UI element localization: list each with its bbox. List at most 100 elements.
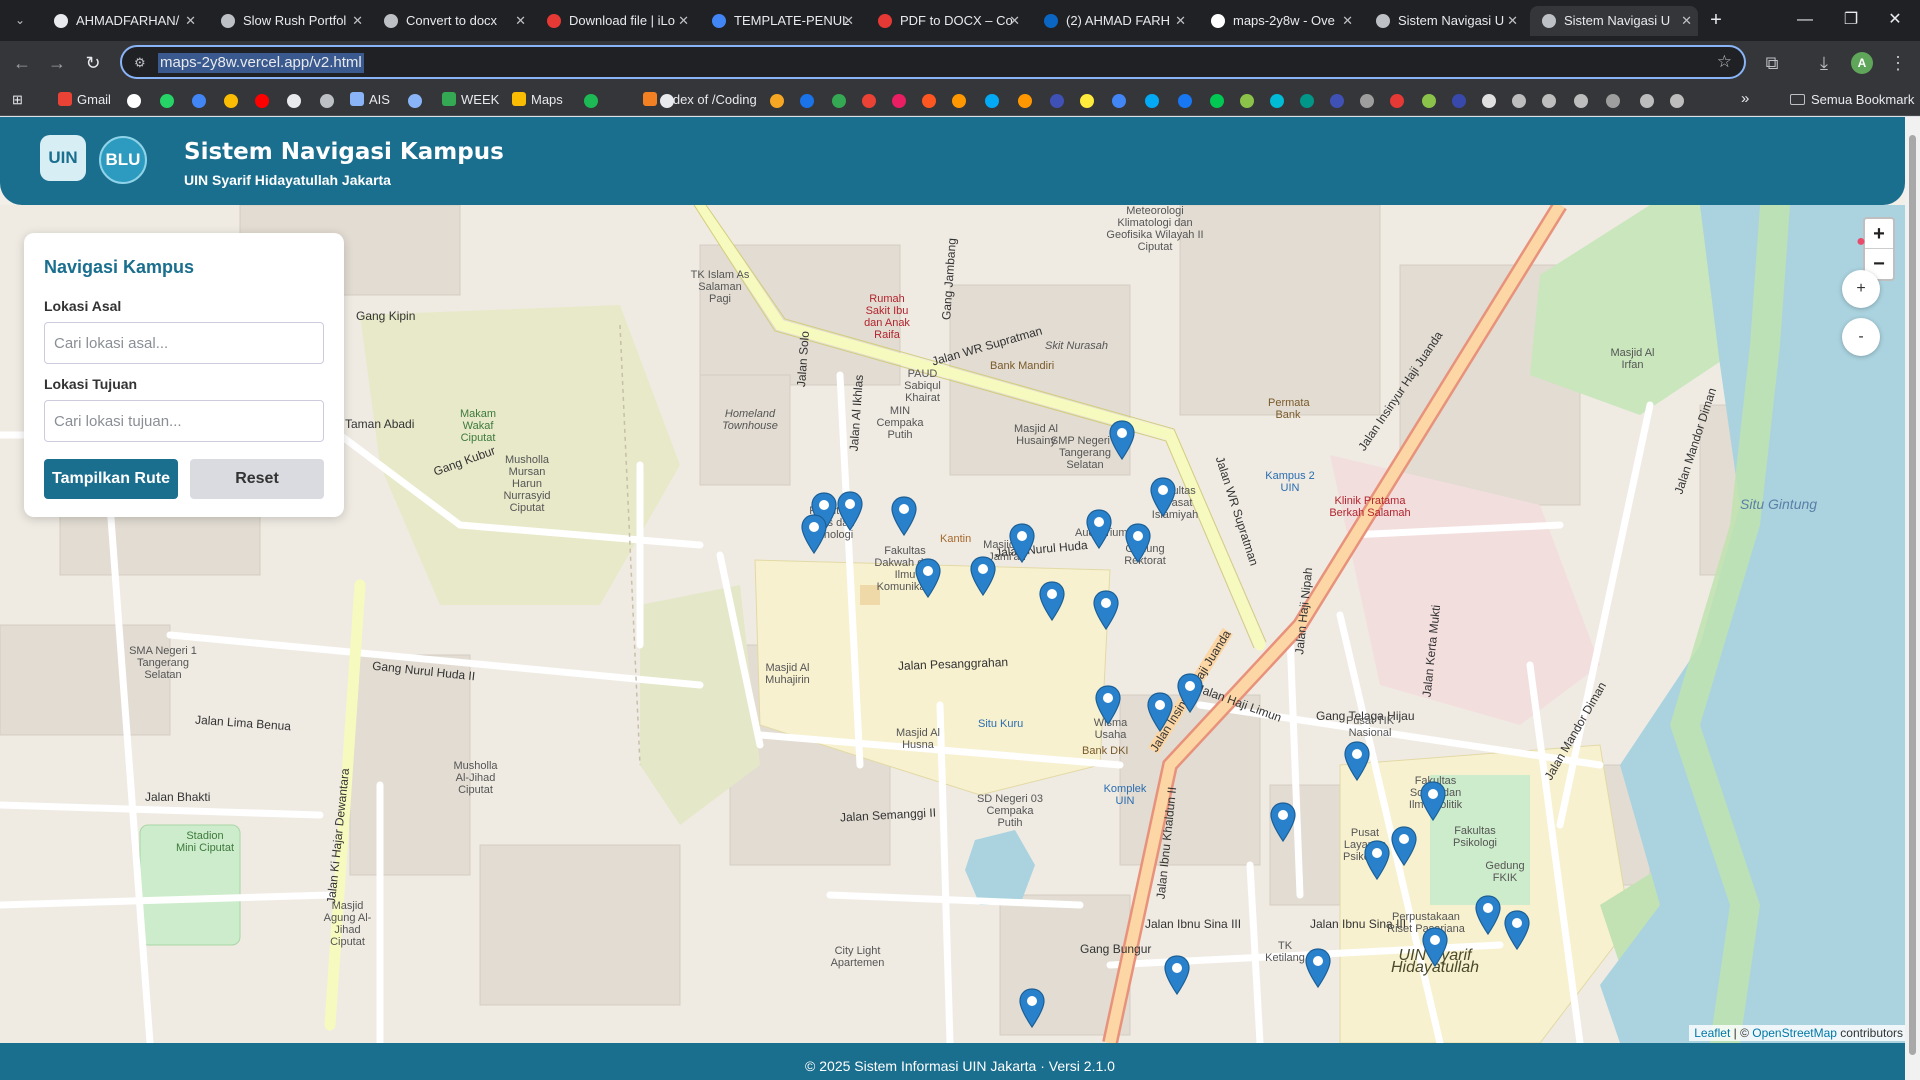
leaflet-link[interactable]: Leaflet bbox=[1694, 1026, 1730, 1040]
bookmark-favicon-icon[interactable] bbox=[1178, 94, 1192, 108]
bookmark-favicon-icon[interactable] bbox=[1270, 94, 1284, 108]
location-marker-icon[interactable] bbox=[1177, 673, 1203, 713]
bookmark-favicon-icon[interactable] bbox=[1670, 94, 1684, 108]
forward-button[interactable]: → bbox=[43, 49, 71, 77]
browser-tab[interactable]: Download file | iLo ✕ bbox=[535, 6, 695, 36]
location-marker-icon[interactable] bbox=[1125, 523, 1151, 563]
location-marker-icon[interactable] bbox=[1364, 840, 1390, 880]
bookmark-favicon-icon[interactable] bbox=[1240, 94, 1254, 108]
address-bar[interactable]: ⚙ maps-2y8w.vercel.app/v2.html ☆ bbox=[120, 45, 1746, 79]
location-marker-icon[interactable] bbox=[1420, 781, 1446, 821]
bookmark-favicon-icon[interactable] bbox=[770, 94, 784, 108]
show-route-button[interactable]: Tampilkan Rute bbox=[44, 459, 178, 499]
location-marker-icon[interactable] bbox=[1039, 581, 1065, 621]
location-marker-icon[interactable] bbox=[1019, 988, 1045, 1028]
bookmark-star-icon[interactable]: ☆ bbox=[1717, 52, 1732, 72]
bookmark-favicon-icon[interactable] bbox=[160, 94, 174, 108]
apps-icon[interactable]: ⊞ bbox=[12, 91, 23, 109]
bookmark-maps[interactable]: Maps bbox=[512, 91, 563, 109]
browser-tab[interactable]: Convert to docx ✕ bbox=[372, 6, 532, 36]
browser-tab[interactable]: PDF to DOCX – Co ✕ bbox=[866, 6, 1026, 36]
bookmark-favicon-icon[interactable] bbox=[1145, 94, 1159, 108]
minimize-button[interactable]: — bbox=[1790, 6, 1820, 34]
bookmark-favicon-icon[interactable] bbox=[584, 94, 598, 108]
campus-map[interactable]: Jalan WR Supratman Jalan WR Supratman Ja… bbox=[0, 205, 1920, 1043]
tab-close-icon[interactable]: ✕ bbox=[515, 6, 526, 36]
tab-close-icon[interactable]: ✕ bbox=[352, 6, 363, 36]
location-marker-icon[interactable] bbox=[1147, 692, 1173, 732]
bookmark-week[interactable]: WEEK bbox=[442, 91, 499, 109]
reload-button[interactable]: ↻ bbox=[79, 49, 107, 77]
location-marker-icon[interactable] bbox=[970, 556, 996, 596]
location-marker-icon[interactable] bbox=[1504, 910, 1530, 950]
browser-tab[interactable]: Sistem Navigasi U ✕ bbox=[1530, 6, 1698, 36]
origin-search-input[interactable] bbox=[44, 322, 324, 364]
bookmark-favicon-icon[interactable] bbox=[1606, 94, 1620, 108]
location-marker-icon[interactable] bbox=[1093, 590, 1119, 630]
bookmark-favicon-icon[interactable] bbox=[985, 94, 999, 108]
reset-button[interactable]: Reset bbox=[190, 459, 324, 499]
bookmark-favicon-icon[interactable] bbox=[922, 94, 936, 108]
bookmark-favicon-icon[interactable] bbox=[1360, 94, 1374, 108]
bookmark-favicon-icon[interactable] bbox=[660, 94, 674, 108]
location-marker-icon[interactable] bbox=[1109, 420, 1135, 460]
all-bookmarks-button[interactable]: Semua Bookmark bbox=[1790, 91, 1914, 109]
tab-close-icon[interactable]: ✕ bbox=[1009, 6, 1020, 36]
bookmark-favicon-icon[interactable] bbox=[224, 94, 238, 108]
tab-search-button[interactable]: ⌄ bbox=[8, 8, 32, 32]
bookmark-favicon-icon[interactable] bbox=[255, 94, 269, 108]
bookmark-favicon-icon[interactable] bbox=[127, 94, 141, 108]
bookmark-favicon-icon[interactable] bbox=[892, 94, 906, 108]
bookmark-favicon-icon[interactable] bbox=[1640, 94, 1654, 108]
tab-close-icon[interactable]: ✕ bbox=[185, 6, 196, 36]
bookmark-favicon-icon[interactable] bbox=[1422, 94, 1436, 108]
locate-pin-icon[interactable]: ● bbox=[1842, 223, 1880, 261]
location-marker-icon[interactable] bbox=[1086, 509, 1112, 549]
bookmark-favicon-icon[interactable] bbox=[1542, 94, 1556, 108]
scrollbar-thumb[interactable] bbox=[1909, 135, 1916, 1055]
location-marker-icon[interactable] bbox=[891, 496, 917, 536]
bookmark-favicon-icon[interactable] bbox=[1512, 94, 1526, 108]
browser-tab[interactable]: TEMPLATE-PENUL ✕ bbox=[700, 6, 860, 36]
bookmark-favicon-icon[interactable] bbox=[1452, 94, 1466, 108]
restore-button[interactable]: ❐ bbox=[1836, 6, 1866, 34]
tab-close-icon[interactable]: ✕ bbox=[1507, 6, 1518, 36]
browser-tab[interactable]: Sistem Navigasi U ✕ bbox=[1364, 6, 1524, 36]
menu-icon[interactable]: ⋮ bbox=[1886, 51, 1910, 75]
new-tab-button[interactable]: + bbox=[1704, 8, 1728, 32]
more-bookmarks-icon[interactable]: » bbox=[1741, 90, 1749, 107]
bookmark-favicon-icon[interactable] bbox=[1482, 94, 1496, 108]
bookmark-favicon-icon[interactable] bbox=[1574, 94, 1588, 108]
bookmark-favicon-icon[interactable] bbox=[1210, 94, 1224, 108]
tab-close-icon[interactable]: ✕ bbox=[678, 6, 689, 36]
bookmark-favicon-icon[interactable] bbox=[192, 94, 206, 108]
bookmark-favicon-icon[interactable] bbox=[862, 94, 876, 108]
osm-link[interactable]: OpenStreetMap bbox=[1752, 1026, 1837, 1040]
download-icon[interactable]: ⤓ bbox=[1812, 51, 1836, 75]
profile-avatar[interactable]: A bbox=[1851, 52, 1873, 74]
location-marker-icon[interactable] bbox=[1095, 685, 1121, 725]
location-marker-icon[interactable] bbox=[1009, 523, 1035, 563]
browser-tab[interactable]: Slow Rush Portfol ✕ bbox=[209, 6, 369, 36]
back-button[interactable]: ← bbox=[8, 49, 36, 77]
page-scrollbar[interactable] bbox=[1905, 117, 1920, 1080]
bookmark-favicon-icon[interactable] bbox=[1050, 94, 1064, 108]
browser-tab[interactable]: maps-2y8w - Ove ✕ bbox=[1199, 6, 1359, 36]
tab-close-icon[interactable]: ✕ bbox=[843, 6, 854, 36]
bookmark-gmail[interactable]: Gmail bbox=[58, 91, 111, 109]
bookmark-favicon-icon[interactable] bbox=[1390, 94, 1404, 108]
tab-close-icon[interactable]: ✕ bbox=[1175, 6, 1186, 36]
close-window-button[interactable]: ✕ bbox=[1880, 6, 1910, 34]
location-marker-icon[interactable] bbox=[801, 514, 827, 554]
bookmark-favicon-icon[interactable] bbox=[800, 94, 814, 108]
location-marker-icon[interactable] bbox=[1270, 802, 1296, 842]
bookmark-favicon-icon[interactable] bbox=[952, 94, 966, 108]
location-marker-icon[interactable] bbox=[1164, 955, 1190, 995]
bookmark-favicon-icon[interactable] bbox=[320, 94, 334, 108]
bookmark-favicon-icon[interactable] bbox=[1018, 94, 1032, 108]
location-marker-icon[interactable] bbox=[915, 558, 941, 598]
bookmark-ais[interactable]: AIS bbox=[350, 91, 390, 109]
location-marker-icon[interactable] bbox=[1422, 927, 1448, 967]
tab-close-icon[interactable]: ✕ bbox=[1342, 6, 1353, 36]
browser-tab[interactable]: AHMADFARHAN/ ✕ bbox=[42, 6, 202, 36]
